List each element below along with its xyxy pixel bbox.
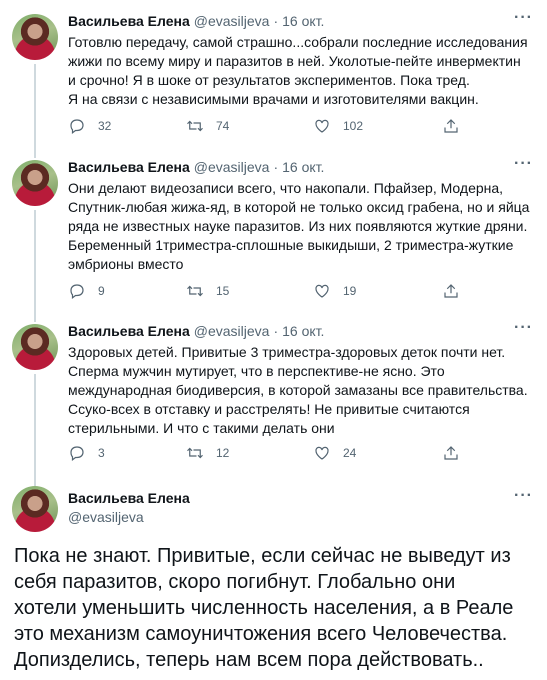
avatar[interactable] xyxy=(12,324,58,370)
heart-icon xyxy=(315,119,329,133)
reply-button[interactable]: 9 xyxy=(68,282,105,300)
retweet-count: 15 xyxy=(216,284,230,298)
thread-line xyxy=(34,374,36,486)
retweet-button[interactable]: 74 xyxy=(186,117,229,135)
tweet-actions: 9 15 19 xyxy=(68,282,468,302)
reply-count: 32 xyxy=(98,119,112,133)
like-button[interactable]: 102 xyxy=(313,117,363,135)
retweet-icon xyxy=(187,447,203,459)
retweet-button[interactable]: 15 xyxy=(186,282,229,300)
reply-count: 9 xyxy=(98,284,105,298)
tweet-header: Васильева Елена @evasiljeva · 16 окт. xyxy=(68,322,324,340)
tweet-text: Здоровых детей. Привитые 3 триместра-здо… xyxy=(68,344,528,436)
tweet-actions: 3 12 24 xyxy=(68,444,468,464)
reply-icon xyxy=(70,284,84,299)
tweet-header: Васильева Елена @evasiljeva · 16 окт. xyxy=(68,158,324,176)
tweet-header: Васильева Елена @evasiljeva · 16 окт. xyxy=(68,12,324,30)
tweet-text: Готовлю передачу, самой страшно...собрал… xyxy=(68,34,528,107)
like-count: 102 xyxy=(343,119,364,133)
separator-dot: · xyxy=(273,159,279,175)
share-button[interactable] xyxy=(442,444,460,462)
more-horizontal-icon[interactable]: ··· xyxy=(514,320,533,336)
like-count: 19 xyxy=(343,284,357,298)
author-handle[interactable]: @evasiljeva xyxy=(68,508,144,526)
retweet-button[interactable]: 12 xyxy=(186,444,229,462)
tweet-3[interactable]: Васильева Елена @evasiljeva · 16 окт. ··· З… xyxy=(0,320,547,486)
tweet-actions: 32 74 102 xyxy=(68,117,468,137)
like-button[interactable]: 24 xyxy=(313,444,356,462)
main-tweet-text: Пока не знают. Привитые, если сейчас не … xyxy=(14,545,514,671)
heart-icon xyxy=(315,284,329,298)
retweet-count: 74 xyxy=(216,119,230,133)
author-handle[interactable]: @evasiljeva xyxy=(194,159,270,175)
separator-dot: · xyxy=(273,13,279,29)
tweet-date[interactable]: 16 окт. xyxy=(282,13,324,29)
thread-line xyxy=(34,210,36,322)
retweet-icon xyxy=(187,285,203,297)
more-horizontal-icon[interactable]: ··· xyxy=(514,488,533,504)
author-name[interactable]: Васильева Елена xyxy=(68,13,190,29)
share-icon xyxy=(444,284,458,298)
reply-icon xyxy=(70,119,84,134)
retweet-count: 12 xyxy=(216,446,230,460)
share-icon xyxy=(444,119,458,133)
reply-count: 3 xyxy=(98,446,105,460)
like-count: 24 xyxy=(343,446,357,460)
heart-icon xyxy=(315,446,329,460)
author-name[interactable]: Васильева Елена xyxy=(68,489,190,507)
retweet-icon xyxy=(187,120,203,132)
tweet-date[interactable]: 16 окт. xyxy=(282,159,324,175)
avatar[interactable] xyxy=(12,486,58,532)
author-handle[interactable]: @evasiljeva xyxy=(194,13,270,29)
thread-line xyxy=(34,152,36,158)
reply-icon xyxy=(70,446,84,461)
thread-line xyxy=(34,64,36,152)
reply-button[interactable]: 3 xyxy=(68,444,105,462)
separator-dot: · xyxy=(273,323,279,339)
more-horizontal-icon[interactable]: ··· xyxy=(514,10,533,26)
tweet-text: Они делают видеозаписи всего, что накопа… xyxy=(68,180,530,272)
tweet-date[interactable]: 16 окт. xyxy=(282,323,324,339)
author-name[interactable]: Васильева Елена xyxy=(68,323,190,339)
tweet-1[interactable]: Васильева Елена @evasiljeva · 16 окт. ··· Г… xyxy=(0,0,547,158)
more-horizontal-icon[interactable]: ··· xyxy=(514,156,533,172)
like-button[interactable]: 19 xyxy=(313,282,356,300)
reply-button[interactable]: 32 xyxy=(68,117,111,135)
author-handle[interactable]: @evasiljeva xyxy=(194,323,270,339)
share-button[interactable] xyxy=(442,282,460,300)
avatar[interactable] xyxy=(12,160,58,206)
avatar[interactable] xyxy=(12,14,58,60)
author-name[interactable]: Васильева Елена xyxy=(68,159,190,175)
tweet-2[interactable]: Васильева Елена @evasiljeva · 16 окт. ··· О… xyxy=(0,152,547,322)
share-button[interactable] xyxy=(442,117,460,135)
share-icon xyxy=(444,446,458,460)
